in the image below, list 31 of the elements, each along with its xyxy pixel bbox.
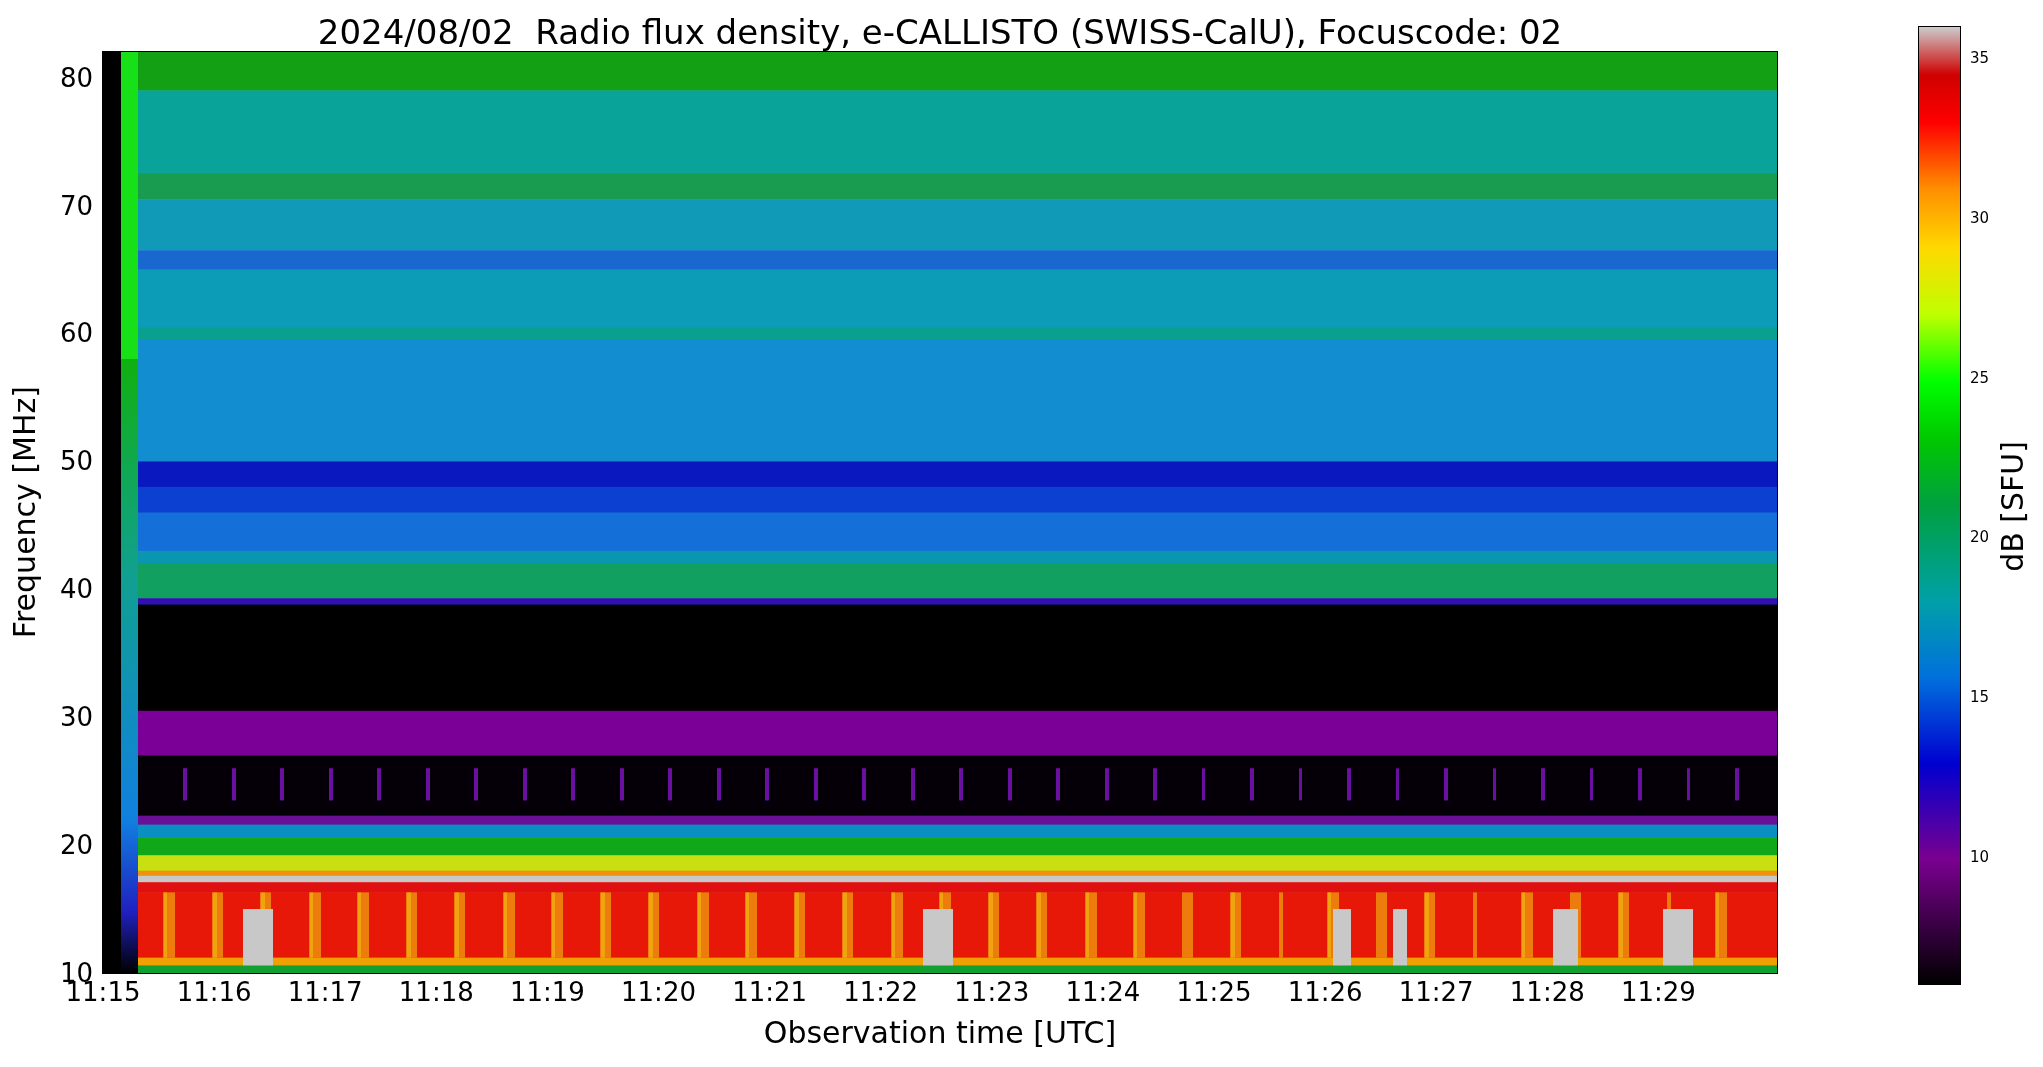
x-tick-label: 11:27 [1398,979,1474,1005]
x-tick-label: 11:24 [1065,979,1141,1005]
colorbar-tick-label: 15 [1970,689,1990,705]
chart-title: 2024/08/02 Radio flux density, e-CALLISTO (SWISS-CalU), Focuscode: 02 [317,13,1563,51]
colorbar-tick-label: 20 [1970,529,1990,545]
colorbar-tick-label: 30 [1970,210,1990,226]
colorbar-tick-label: 25 [1970,370,1990,386]
x-tick-label: 11:26 [1287,979,1363,1005]
x-tick-label: 11:16 [176,979,252,1005]
y-tick-label: 50 [59,448,93,475]
y-tick-label: 60 [59,320,93,347]
x-tick-label: 11:29 [1620,979,1696,1005]
y-tick-label: 80 [59,64,93,91]
colorbar-tick-label: 10 [1970,849,1990,865]
x-tick-label: 11:20 [621,979,696,1005]
x-tick-label: 11:18 [398,979,474,1005]
y-tick-label: 30 [59,704,93,731]
y-axis-label: Frequency [MHz] [8,386,43,639]
colorbar-tick-label: 35 [1970,50,1990,66]
x-tick-label: 11:17 [287,979,363,1005]
x-tick-label: 11:21 [732,979,808,1005]
y-tick-label: 70 [59,192,93,219]
x-tick-label: 11:23 [954,979,1030,1005]
x-axis-label: Observation time [UTC] [763,1016,1117,1049]
x-tick-label: 11:28 [1509,979,1585,1005]
x-tick-label: 11:22 [843,979,919,1005]
colorbar-label: dB [SFU] [1996,440,2031,572]
x-tick-label: 11:25 [1176,979,1252,1005]
x-tick-label: 11:19 [509,979,585,1005]
y-tick-label: 40 [59,576,93,603]
y-tick-label: 20 [59,832,93,859]
